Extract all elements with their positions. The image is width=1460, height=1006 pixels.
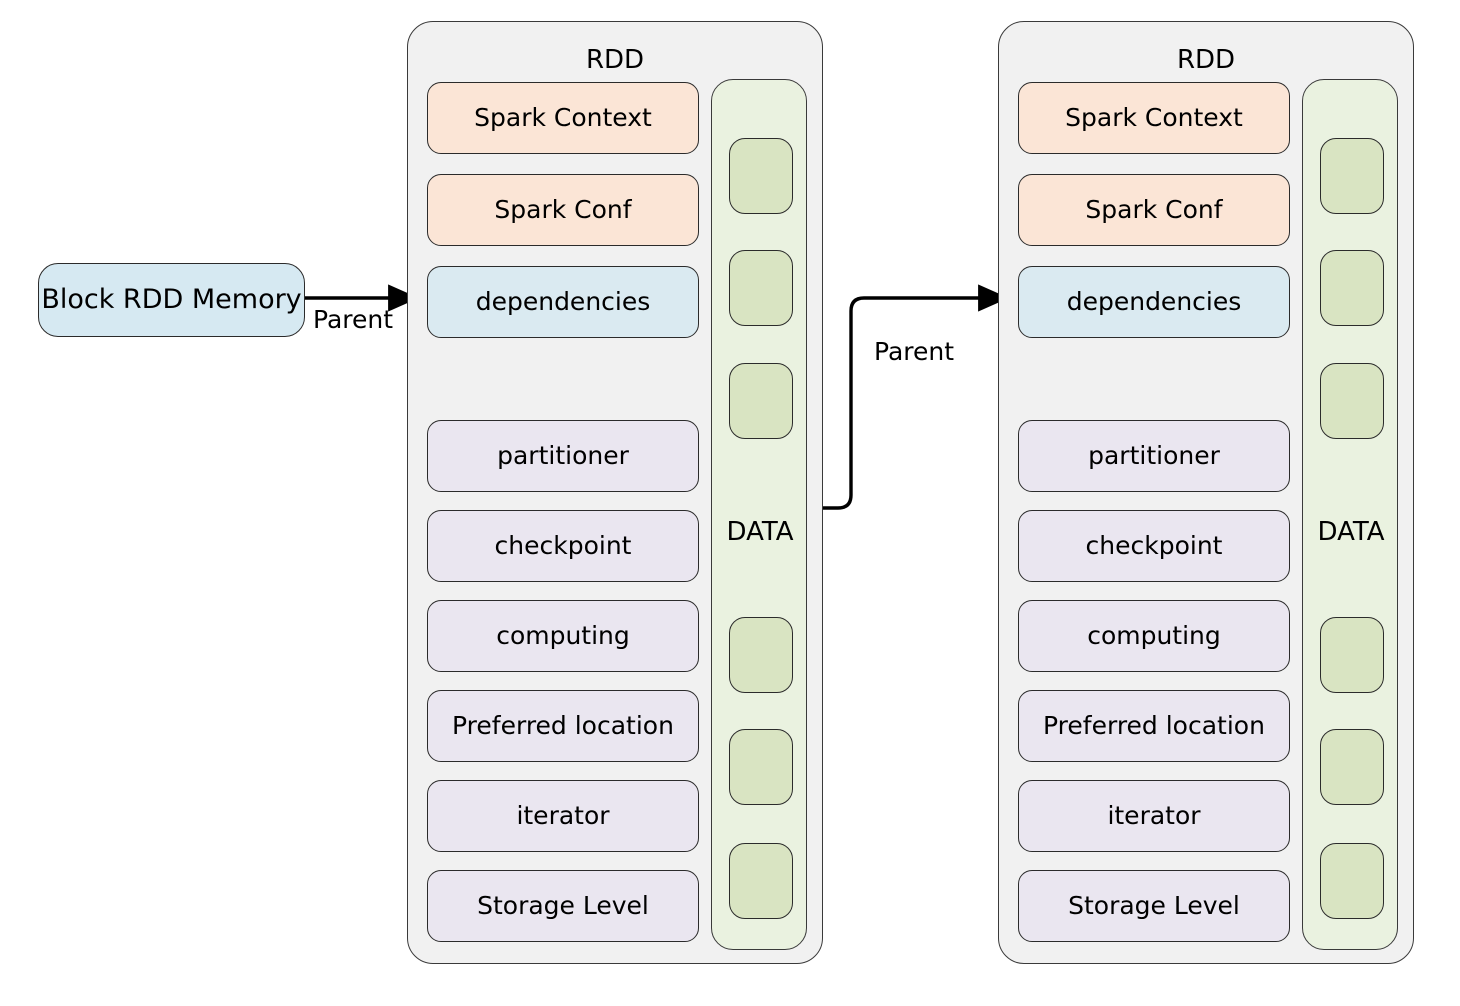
rdd-2-attr-spark-conf[interactable]: Spark Conf [1018, 174, 1290, 246]
rdd-1-attr-checkpoint[interactable]: checkpoint [427, 510, 699, 582]
rdd-2-data-cell[interactable] [1320, 138, 1384, 214]
rdd-2-title: RDD [1176, 45, 1236, 75]
rdd-1-attr-spark-conf-label: Spark Conf [494, 195, 632, 225]
rdd-1-data-cell[interactable] [729, 843, 793, 919]
rdd-2-attr-spark-context-label: Spark Context [1065, 103, 1243, 133]
edge-label-parent-2: Parent [874, 337, 955, 366]
rdd-1-title: RDD [585, 45, 645, 75]
edge-label-parent-1: Parent [313, 305, 394, 334]
rdd-panel-2: RDD Spark Context Spark Conf dependencie… [998, 21, 1414, 964]
rdd-1-data-cell[interactable] [729, 617, 793, 693]
rdd-1-attr-dependencies[interactable]: dependencies [427, 266, 699, 338]
rdd-2-attr-dependencies[interactable]: dependencies [1018, 266, 1290, 338]
rdd-2-attr-computing-label: computing [1087, 621, 1221, 651]
block-rdd-memory-label: Block RDD Memory [41, 284, 302, 316]
rdd-1-attr-spark-context[interactable]: Spark Context [427, 82, 699, 154]
rdd-2-attr-iterator-label: iterator [1107, 801, 1201, 831]
rdd-1-attr-iterator-label: iterator [516, 801, 610, 831]
rdd-1-attr-storage-level[interactable]: Storage Level [427, 870, 699, 942]
rdd-1-attr-iterator[interactable]: iterator [427, 780, 699, 852]
rdd-2-attr-partitioner-label: partitioner [1088, 441, 1220, 471]
rdd-1-data-cell[interactable] [729, 729, 793, 805]
rdd-1-attr-computing[interactable]: computing [427, 600, 699, 672]
rdd-2-attr-storage-level[interactable]: Storage Level [1018, 870, 1290, 942]
rdd-2-attr-iterator[interactable]: iterator [1018, 780, 1290, 852]
rdd-2-attr-checkpoint-label: checkpoint [1085, 531, 1223, 561]
rdd-2-data-cell[interactable] [1320, 843, 1384, 919]
rdd-1-attr-partitioner[interactable]: partitioner [427, 420, 699, 492]
rdd-2-data-cell[interactable] [1320, 250, 1384, 326]
rdd-1-attr-preferred-location[interactable]: Preferred location [427, 690, 699, 762]
rdd-1-attr-partitioner-label: partitioner [497, 441, 629, 471]
rdd-2-attr-storage-level-label: Storage Level [1068, 891, 1240, 921]
edge-parent-2 [806, 284, 1009, 510]
rdd-1-attr-computing-label: computing [496, 621, 630, 651]
rdd-2-attr-spark-conf-label: Spark Conf [1085, 195, 1223, 225]
rdd-1-attr-storage-level-label: Storage Level [477, 891, 649, 921]
rdd-panel-1: RDD Spark Context Spark Conf dependencie… [407, 21, 823, 964]
rdd-1-attr-spark-conf[interactable]: Spark Conf [427, 174, 699, 246]
rdd-1-data-cell[interactable] [729, 250, 793, 326]
rdd-2-data-label: DATA [1317, 517, 1385, 547]
rdd-1-data-label: DATA [726, 517, 794, 547]
rdd-2-data-column: DATA [1302, 79, 1398, 950]
rdd-2-attr-preferred-location-label: Preferred location [1043, 711, 1265, 741]
rdd-1-attr-preferred-location-label: Preferred location [452, 711, 674, 741]
diagram-canvas: Block RDD Memory Parent Parent RDD Spark… [0, 0, 1460, 1006]
rdd-2-attr-partitioner[interactable]: partitioner [1018, 420, 1290, 492]
rdd-1-attr-spark-context-label: Spark Context [474, 103, 652, 133]
rdd-2-attr-computing[interactable]: computing [1018, 600, 1290, 672]
block-rdd-memory-node[interactable]: Block RDD Memory [38, 263, 305, 337]
rdd-2-data-cell[interactable] [1320, 729, 1384, 805]
rdd-2-attr-spark-context[interactable]: Spark Context [1018, 82, 1290, 154]
rdd-1-attr-checkpoint-label: checkpoint [494, 531, 632, 561]
rdd-2-attr-checkpoint[interactable]: checkpoint [1018, 510, 1290, 582]
rdd-2-data-cell[interactable] [1320, 363, 1384, 439]
rdd-1-attr-dependencies-label: dependencies [475, 287, 651, 317]
rdd-2-data-cell[interactable] [1320, 617, 1384, 693]
rdd-1-data-cell[interactable] [729, 138, 793, 214]
rdd-1-data-column: DATA [711, 79, 807, 950]
rdd-1-data-cell[interactable] [729, 363, 793, 439]
rdd-2-attr-preferred-location[interactable]: Preferred location [1018, 690, 1290, 762]
rdd-2-attr-dependencies-label: dependencies [1066, 287, 1242, 317]
